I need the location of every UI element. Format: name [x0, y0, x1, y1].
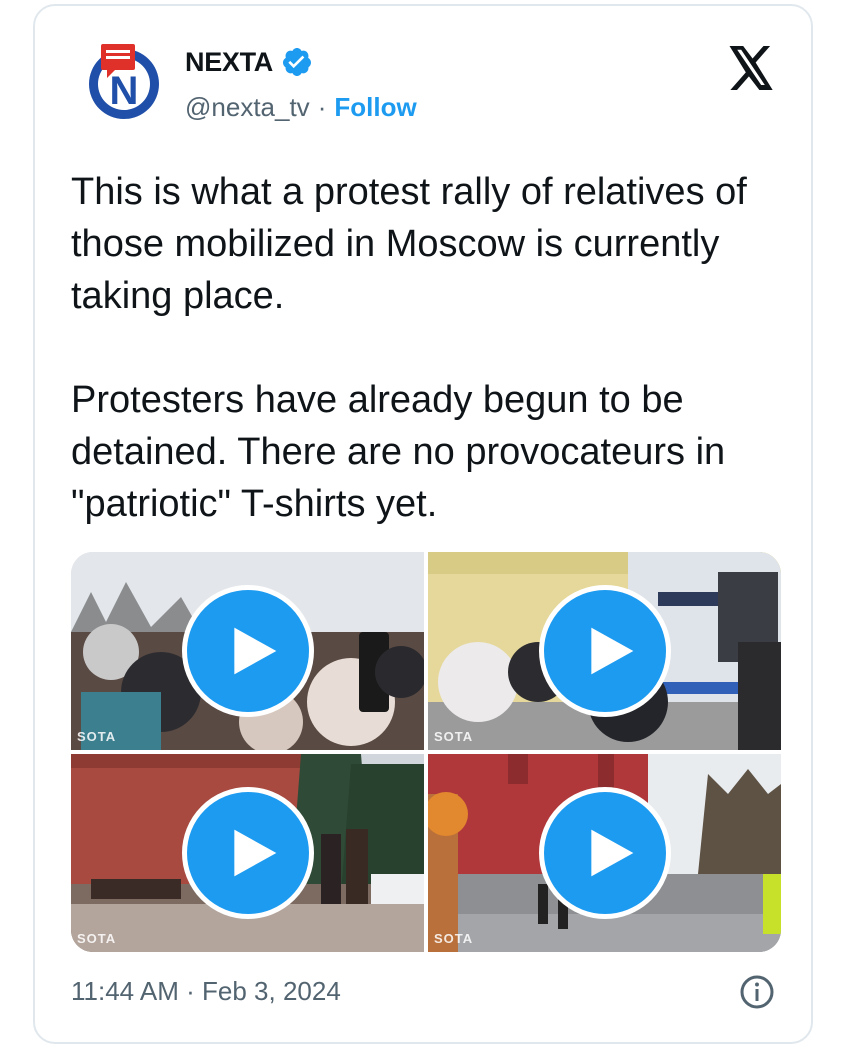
play-button[interactable] [181, 787, 314, 919]
x-logo-icon[interactable] [727, 46, 775, 90]
play-icon [590, 829, 633, 877]
tweet-timestamp[interactable]: 11:44 AM · Feb 3, 2024 [71, 976, 341, 1007]
video-thumbnail-3[interactable]: SOTA [71, 754, 424, 952]
video-thumbnail-1[interactable]: SOTA [71, 552, 424, 750]
tweet-paragraph: Protesters have already begun to be deta… [71, 379, 726, 525]
video-thumbnail-2[interactable]: SOTA [428, 552, 781, 750]
play-icon [233, 627, 276, 675]
tweet-paragraph: This is what a protest rally of relative… [71, 171, 747, 317]
video-watermark: SOTA [77, 729, 117, 744]
video-thumbnail-4[interactable]: SOTA [428, 754, 781, 952]
play-button[interactable] [181, 585, 314, 717]
video-watermark: SOTA [434, 931, 474, 946]
handle-row: @nexta_tv · Follow [185, 92, 417, 123]
video-watermark: SOTA [77, 931, 117, 946]
play-button[interactable] [538, 787, 671, 919]
author-name[interactable]: NEXTA [185, 47, 273, 78]
verified-badge-icon [283, 48, 312, 76]
tweet-text: This is what a protest rally of relative… [71, 166, 781, 530]
author-handle[interactable]: @nexta_tv [185, 92, 310, 123]
follow-button[interactable]: Follow [334, 92, 416, 123]
info-icon[interactable] [739, 974, 775, 1010]
play-button[interactable] [538, 585, 671, 717]
play-icon [590, 627, 633, 675]
author-name-row: NEXTA [185, 46, 313, 78]
media-grid: SOTA SOTA SOTA SOTA [71, 552, 781, 952]
video-watermark: SOTA [434, 729, 474, 744]
separator: · [317, 92, 327, 122]
avatar[interactable]: N [85, 42, 163, 120]
tweet-card: N NEXTA @nexta_tv · Follow This is what … [33, 4, 813, 1044]
avatar-letter: N [110, 69, 139, 113]
play-icon [233, 829, 276, 877]
